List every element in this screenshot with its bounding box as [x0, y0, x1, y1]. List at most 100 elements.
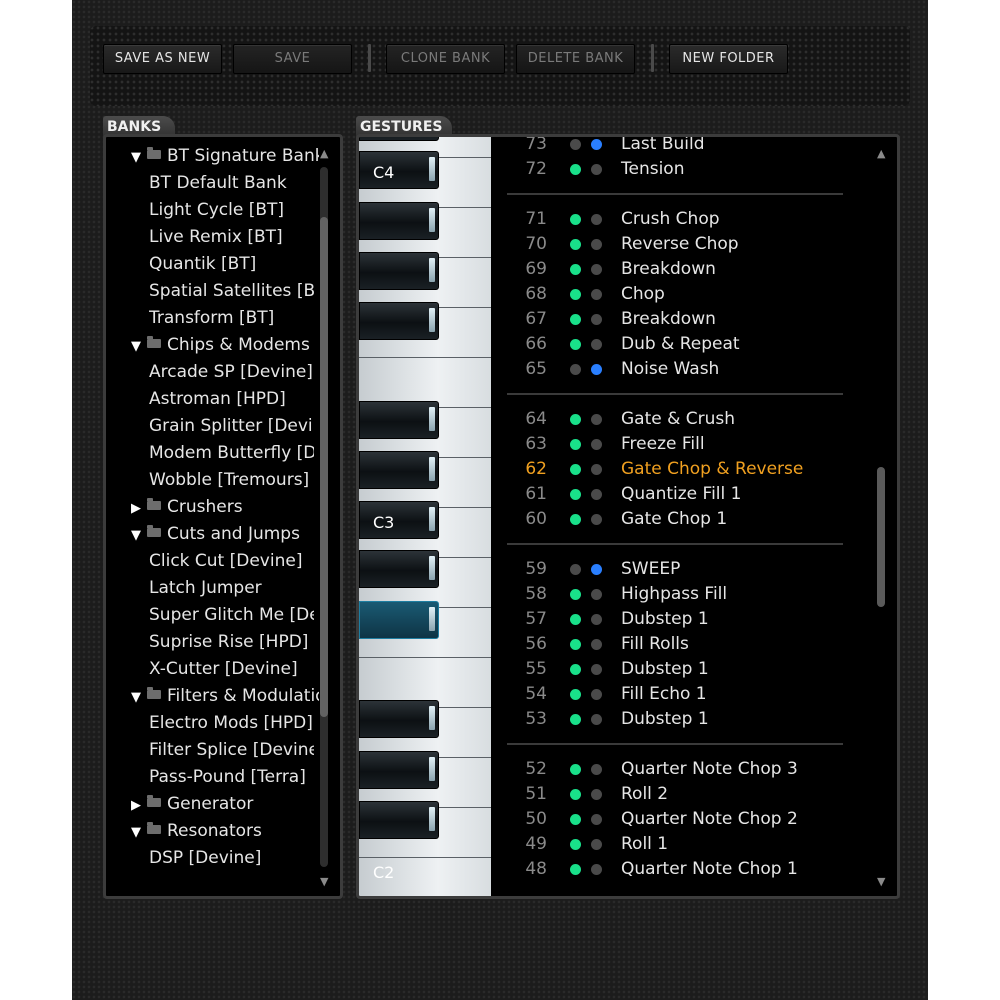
- piano-black-key[interactable]: [359, 202, 439, 240]
- bank-item[interactable]: Modem Butterfly [Devine]: [149, 440, 314, 467]
- bank-item[interactable]: Suprise Rise [HPD]: [149, 629, 314, 656]
- expand-down-icon[interactable]: ▼: [131, 333, 147, 359]
- bank-item[interactable]: Light Cycle [BT]: [149, 197, 314, 224]
- piano-black-key[interactable]: [359, 801, 439, 839]
- bank-item[interactable]: Click Cut [Devine]: [149, 548, 314, 575]
- status-dot-icon: [591, 489, 602, 500]
- bank-item[interactable]: Pass-Pound [Terra]: [149, 764, 314, 791]
- piano-black-key[interactable]: [359, 252, 439, 290]
- delete-bank-button[interactable]: DELETE BANK: [516, 44, 635, 74]
- folder-icon: [147, 794, 161, 807]
- expand-down-icon[interactable]: ▼: [131, 684, 147, 710]
- gesture-row[interactable]: 62 Gate Chop & Reverse: [507, 457, 867, 482]
- bank-folder[interactable]: ▼ Cuts and Jumps: [131, 521, 319, 548]
- collapse-right-icon[interactable]: ▶: [131, 792, 147, 818]
- gesture-row[interactable]: 60 Gate Chop 1: [507, 507, 867, 532]
- bank-folder[interactable]: ▼ BT Signature Banks: [131, 143, 319, 170]
- piano-black-key[interactable]: [359, 401, 439, 439]
- bank-item[interactable]: Wobble [Tremours]: [149, 467, 314, 494]
- save-button[interactable]: SAVE: [233, 44, 352, 74]
- bank-item[interactable]: Spatial Satellites [BT]: [149, 278, 314, 305]
- bank-folder[interactable]: ▶ Generator: [131, 791, 319, 818]
- bank-label: BT Signature Banks: [167, 146, 319, 166]
- scroll-up-arrow-icon[interactable]: ▲: [320, 147, 328, 160]
- gesture-row[interactable]: 64 Gate & Crush: [507, 407, 867, 432]
- gesture-row[interactable]: 52 Quarter Note Chop 3: [507, 757, 867, 782]
- status-dot-icon: [591, 689, 602, 700]
- gesture-row[interactable]: 54 Fill Echo 1: [507, 682, 867, 707]
- gesture-row[interactable]: 50 Quarter Note Chop 2: [507, 807, 867, 832]
- scroll-up-arrow-icon[interactable]: ▲: [877, 147, 885, 160]
- piano-keyboard[interactable]: C4 C3 C2: [359, 137, 493, 896]
- bank-item[interactable]: Transform [BT]: [149, 305, 314, 332]
- gesture-row[interactable]: 68 Chop: [507, 282, 867, 307]
- status-dot-icon: [591, 814, 602, 825]
- status-dot-icon: [591, 589, 602, 600]
- clone-bank-button[interactable]: CLONE BANK: [386, 44, 505, 74]
- gesture-row[interactable]: 53 Dubstep 1: [507, 707, 867, 732]
- folder-icon: [147, 686, 161, 699]
- expand-down-icon[interactable]: ▼: [131, 522, 147, 548]
- bank-folder[interactable]: ▶ Crushers: [131, 494, 319, 521]
- note-number: 51: [525, 784, 547, 804]
- piano-black-key[interactable]: [359, 137, 439, 141]
- new-folder-button[interactable]: NEW FOLDER: [669, 44, 788, 74]
- banks-scrollbar[interactable]: [320, 167, 328, 867]
- bank-folder[interactable]: ▼ Chips & Modems: [131, 332, 319, 359]
- gesture-row[interactable]: 63 Freeze Fill: [507, 432, 867, 457]
- piano-black-key[interactable]: [359, 501, 439, 539]
- bank-item[interactable]: BT Default Bank: [149, 170, 314, 197]
- gestures-scrollbar[interactable]: [877, 167, 885, 867]
- gesture-row[interactable]: 48 Quarter Note Chop 1: [507, 857, 867, 882]
- bank-item[interactable]: Quantik [BT]: [149, 251, 314, 278]
- gesture-row[interactable]: 67 Breakdown: [507, 307, 867, 332]
- note-number: 72: [525, 159, 547, 179]
- piano-black-key[interactable]: [359, 151, 439, 189]
- bank-folder[interactable]: ▼ Filters & Modulation: [131, 683, 319, 710]
- collapse-right-icon[interactable]: ▶: [131, 495, 147, 521]
- gesture-row[interactable]: 56 Fill Rolls: [507, 632, 867, 657]
- piano-black-key[interactable]: [359, 700, 439, 738]
- bank-item[interactable]: Filter Splice [Devine]: [149, 737, 314, 764]
- gesture-row[interactable]: 65 Noise Wash: [507, 357, 867, 382]
- piano-selected-key[interactable]: [359, 601, 439, 639]
- gesture-row[interactable]: 71 Crush Chop: [507, 207, 867, 232]
- gesture-row[interactable]: 59 SWEEP: [507, 557, 867, 582]
- scroll-down-arrow-icon[interactable]: ▼: [320, 875, 328, 888]
- gesture-row[interactable]: 57 Dubstep 1: [507, 607, 867, 632]
- bank-item[interactable]: Electro Mods [HPD]: [149, 710, 314, 737]
- bank-folder[interactable]: ▼ Resonators: [131, 818, 319, 845]
- status-dot-icon: [591, 614, 602, 625]
- scroll-down-arrow-icon[interactable]: ▼: [877, 875, 885, 888]
- gesture-row[interactable]: 49 Roll 1: [507, 832, 867, 857]
- piano-black-key[interactable]: [359, 451, 439, 489]
- bank-item[interactable]: Arcade SP [Devine]: [149, 359, 314, 386]
- gesture-row[interactable]: 72 Tension: [507, 157, 867, 182]
- bank-item[interactable]: Latch Jumper: [149, 575, 314, 602]
- gesture-row[interactable]: 61 Quantize Fill 1: [507, 482, 867, 507]
- bank-item[interactable]: X-Cutter [Devine]: [149, 656, 314, 683]
- bank-item[interactable]: DSP [Devine]: [149, 845, 314, 872]
- expand-down-icon[interactable]: ▼: [131, 144, 147, 170]
- gesture-row[interactable]: 51 Roll 2: [507, 782, 867, 807]
- gesture-row[interactable]: 55 Dubstep 1: [507, 657, 867, 682]
- bank-item[interactable]: Astroman [HPD]: [149, 386, 314, 413]
- expand-down-icon[interactable]: ▼: [131, 819, 147, 845]
- bank-item[interactable]: Super Glitch Me [Devine]: [149, 602, 314, 629]
- save-as-new-button[interactable]: SAVE AS NEW: [103, 44, 222, 74]
- gesture-row[interactable]: 69 Breakdown: [507, 257, 867, 282]
- piano-black-key[interactable]: [359, 550, 439, 588]
- gestures-scrollbar-thumb[interactable]: [877, 467, 885, 607]
- gesture-row[interactable]: 58 Highpass Fill: [507, 582, 867, 607]
- folder-icon: [147, 146, 161, 159]
- gesture-row[interactable]: 73 Last Build: [507, 137, 867, 157]
- piano-black-key[interactable]: [359, 751, 439, 789]
- note-number: 64: [525, 409, 547, 429]
- status-dot-icon: [570, 439, 581, 450]
- bank-item[interactable]: Live Remix [BT]: [149, 224, 314, 251]
- gesture-row[interactable]: 70 Reverse Chop: [507, 232, 867, 257]
- piano-black-key[interactable]: [359, 302, 439, 340]
- banks-scrollbar-thumb[interactable]: [320, 217, 328, 717]
- gesture-row[interactable]: 66 Dub & Repeat: [507, 332, 867, 357]
- bank-item[interactable]: Grain Splitter [Devine]: [149, 413, 314, 440]
